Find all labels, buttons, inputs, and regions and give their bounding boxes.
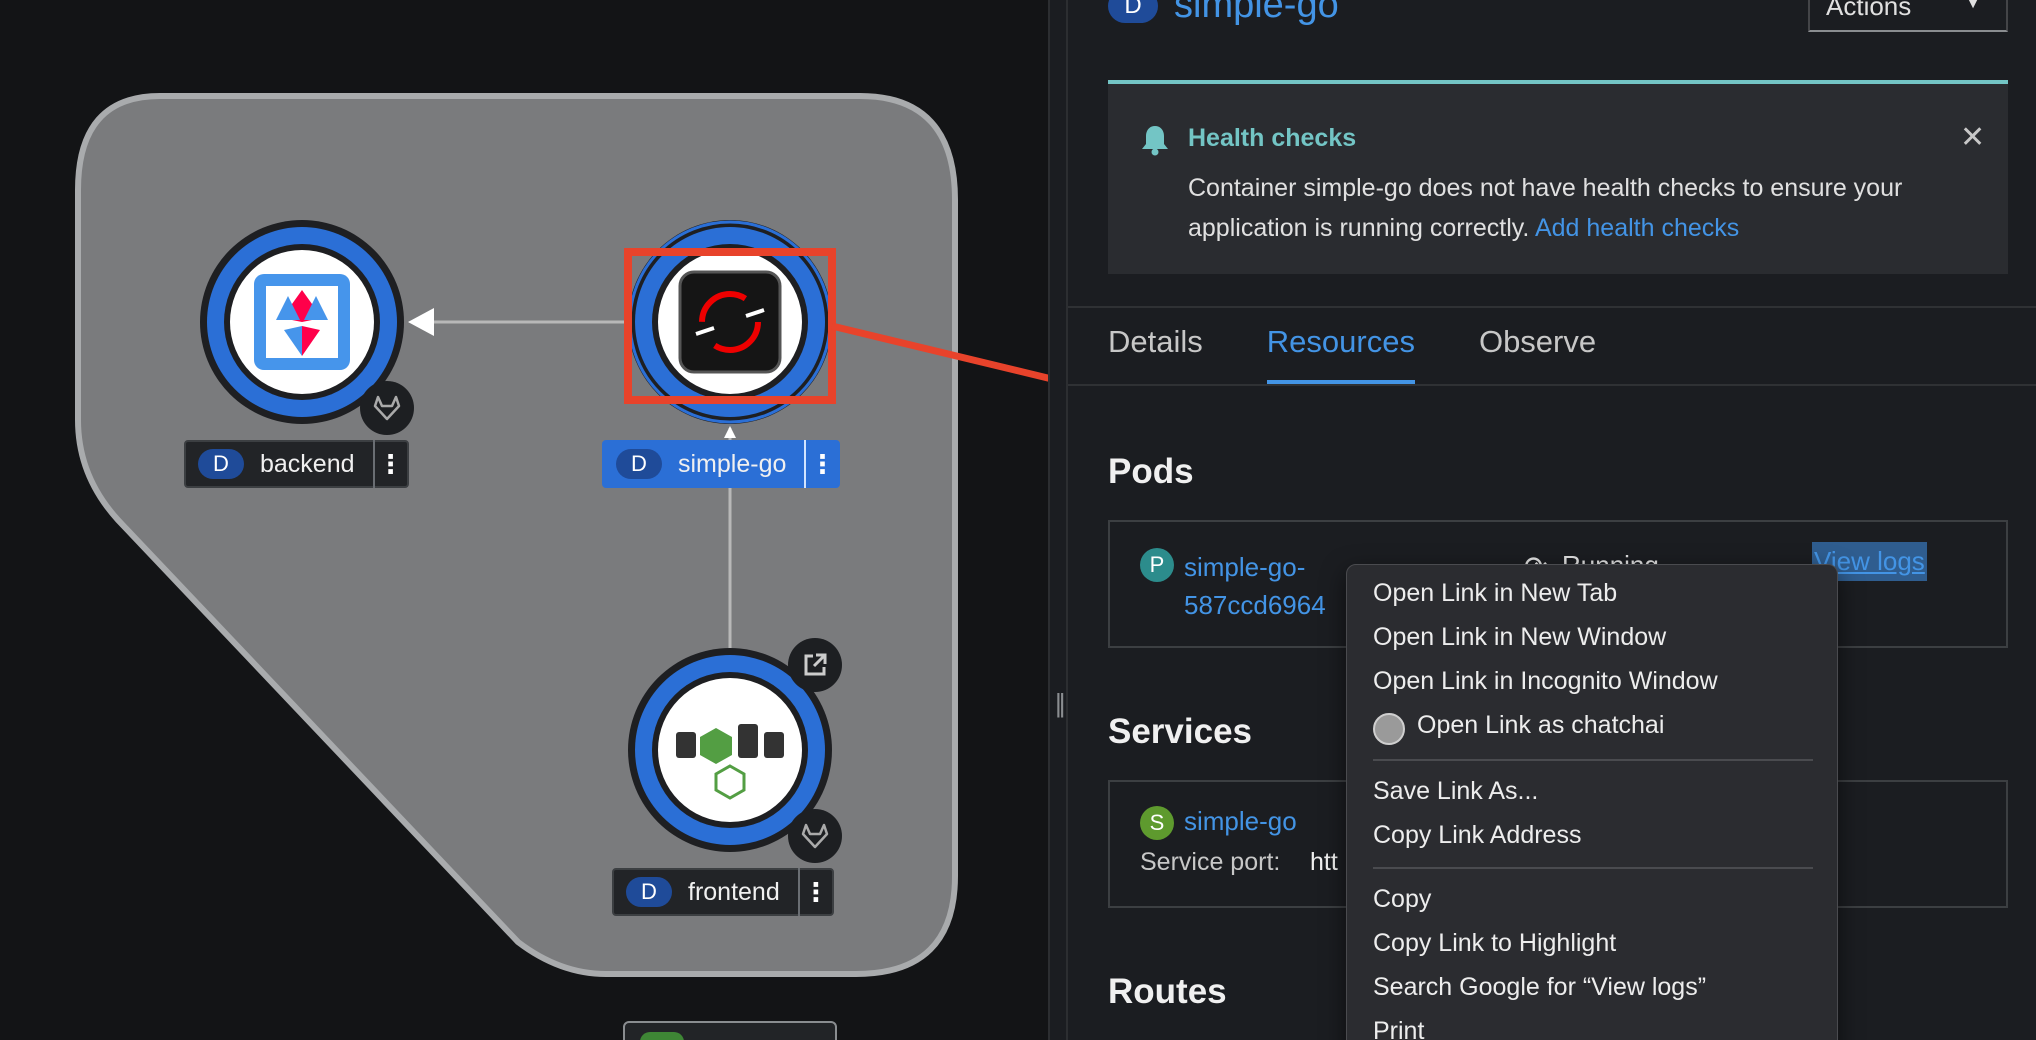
menu-item-copy[interactable]: Copy: [1373, 885, 1431, 914]
gitlab-icon[interactable]: [360, 381, 414, 435]
deployment-badge: D: [198, 449, 244, 479]
tabs-underline: [1068, 384, 2036, 386]
menu-separator: [1373, 867, 1813, 869]
simple-go-node-label[interactable]: D simple-go ⋮: [602, 440, 841, 488]
browser-context-menu: Open Link in New Tab Open Link in New Wi…: [1346, 564, 1838, 1040]
external-link-icon[interactable]: [788, 638, 842, 692]
divider-line: [1068, 306, 2036, 308]
alert-body: Container simple-go does not have health…: [1188, 168, 1988, 248]
service-badge: S: [1140, 806, 1174, 840]
service-port-label: Service port:: [1140, 848, 1281, 876]
add-health-checks-link[interactable]: Add health checks: [1535, 214, 1739, 242]
kebab-menu-icon[interactable]: ⋮: [797, 868, 832, 916]
menu-item-copy-link-highlight[interactable]: Copy Link to Highlight: [1373, 929, 1616, 958]
routes-heading: Routes: [1108, 972, 1227, 1011]
deployment-badge: D: [1108, 0, 1158, 23]
menu-item-open-new-window[interactable]: Open Link in New Window: [1373, 623, 1666, 652]
screen: D backend ⋮ D simple-go ⋮ D frontend ⋮ |…: [0, 0, 2036, 1040]
menu-item-open-as-profile[interactable]: Open Link as chatchai: [1417, 711, 1664, 740]
services-heading: Services: [1108, 712, 1253, 751]
menu-item-search-google[interactable]: Search Google for “View logs”: [1373, 973, 1706, 1002]
frontend-node-label[interactable]: D frontend ⋮: [612, 868, 834, 916]
pod-badge: P: [1140, 548, 1174, 582]
avatar: [1373, 713, 1405, 745]
menu-item-copy-link-address[interactable]: Copy Link Address: [1373, 821, 1581, 850]
health-checks-alert: Health checks ✕ Container simple-go does…: [1108, 80, 2008, 274]
kebab-menu-icon[interactable]: ⋮: [372, 440, 407, 488]
panel-title: D simple-go: [1108, 0, 1339, 27]
backend-node-label[interactable]: D backend ⋮: [184, 440, 409, 488]
deployment-badge: D: [616, 449, 662, 479]
actions-dropdown[interactable]: Actions ▼: [1808, 0, 2008, 32]
menu-item-print[interactable]: Print: [1373, 1017, 1424, 1040]
node-name: simple-go: [678, 449, 787, 478]
drag-grip-icon: ||: [1055, 688, 1065, 718]
pod-name-link[interactable]: simple-go- 587ccd6964: [1184, 548, 1326, 624]
menu-separator: [1373, 759, 1813, 761]
tab-observe[interactable]: Observe: [1479, 324, 1596, 384]
service-name-link[interactable]: simple-go: [1184, 806, 1297, 837]
kebab-menu-icon[interactable]: ⋮: [804, 440, 838, 488]
pods-heading: Pods: [1108, 452, 1194, 491]
tab-resources[interactable]: Resources: [1266, 324, 1415, 384]
openshift-logo: [678, 270, 782, 374]
topology-graph: [75, 93, 1048, 1040]
node-name: frontend: [688, 877, 780, 906]
panel-resize-handle[interactable]: ||: [1048, 0, 1068, 1040]
alert-title: Health checks: [1188, 124, 1357, 152]
node-name: backend: [260, 449, 355, 478]
close-icon[interactable]: ✕: [1960, 120, 1985, 155]
bell-icon: [1140, 124, 1170, 161]
menu-item-save-link-as[interactable]: Save Link As...: [1373, 777, 1538, 806]
service-port-value: htt: [1310, 848, 1338, 876]
panel-tabs: Details Resources Observe: [1108, 324, 1660, 384]
deployment-badge: D: [626, 877, 672, 907]
gitlab-icon[interactable]: [788, 809, 842, 863]
menu-item-open-incognito[interactable]: Open Link in Incognito Window: [1373, 667, 1718, 696]
tab-details[interactable]: Details: [1108, 324, 1203, 384]
caret-down-icon: ▼: [1964, 0, 1982, 12]
topology-canvas[interactable]: D backend ⋮ D simple-go ⋮ D frontend ⋮: [0, 0, 1048, 1040]
quarkus-logo: [254, 274, 350, 370]
menu-item-open-new-tab[interactable]: Open Link in New Tab: [1373, 579, 1617, 608]
resource-name-link[interactable]: simple-go: [1174, 0, 1339, 27]
actions-label: Actions: [1826, 0, 1912, 21]
